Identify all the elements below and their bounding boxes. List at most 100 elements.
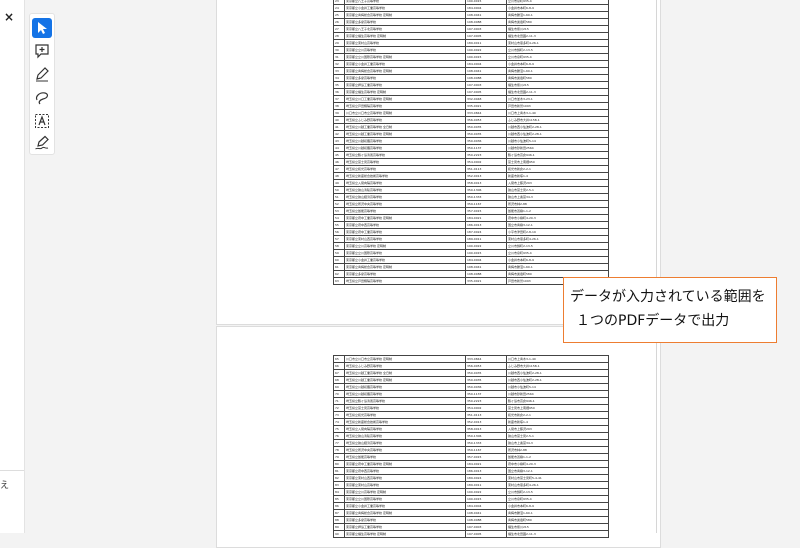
postal-code-cell: 190-0015 [465,249,507,257]
address-cell: 和光市新倉2-2-1 [506,411,609,419]
table-row: 57 東京都立東村山西高等学校 189-0011 東村山市恩多町4-26-1 [333,235,609,243]
text-box-icon [35,114,49,128]
postal-code-cell: 198-0041 [465,509,507,517]
school-name-cell: 東京都立東村山西高等学校 [344,474,466,482]
row-number-cell: 30 [333,46,345,54]
table-row: 50 埼玉県立狭山清陵高等学校 350-1306 狭山市富士見2-5-1 [333,186,609,194]
table-row: 74 埼玉県立新座総合技術高等学校 352-0013 新座市新塚1-4 [333,418,609,426]
table-row: 28 東京都立福生高等学校 定時制 197-0005 福生市北田園2-11-3 [333,32,609,40]
school-name-cell: 東京都立多摩高等学校 [344,516,466,524]
table-row: 76 埼玉県立狭山清陵高等学校 350-1306 狭山市富士見2-5-1 [333,432,609,440]
select-tool-button[interactable] [32,18,52,38]
address-cell: 和光市新倉2-2-1 [506,165,609,173]
school-name-cell: 埼玉県立狭山清陵高等学校 [344,432,466,440]
school-name-cell: 埼玉県立和光高等学校 [344,411,466,419]
postal-code-cell: 198-0088 [465,18,507,26]
address-cell: 入間市上藤沢293 [506,179,609,187]
close-icon[interactable]: × [3,10,15,24]
row-number-cell: 33 [333,67,345,75]
school-name-cell: 埼玉県立鶴ヶ島清風高等学校 [344,397,466,405]
comment-tool-button[interactable] [32,41,52,61]
row-number-cell: 52 [333,200,345,208]
school-name-cell: 東京都立多摩高等学校 [344,74,466,82]
row-number-cell: 51 [333,193,345,201]
postal-code-cell: 358-0013 [465,425,507,433]
postal-code-cell: 350-2223 [465,397,507,405]
school-name-cell: 東京都立八王子北高等学校 [344,25,466,33]
row-number-cell: 70 [333,390,345,398]
school-name-cell: 東京都立小金井工業高等学校 [344,60,466,68]
school-name-cell: 東京都立小金井工業高等学校 [344,4,466,12]
address-cell: 所沢市林2-88 [506,446,609,454]
school-name-cell: 埼玉県立狭山経済高等学校 [344,439,466,447]
table-row: 80 東京都立府中工業高等学校 定時制 184-0021 府中市小柳町4-20-3 [333,460,609,468]
freehand-draw-tool-button[interactable] [32,88,52,108]
row-number-cell: 83 [333,481,345,489]
address-cell: 府中市小柳町4-20-3 [506,460,609,468]
row-number-cell: 24 [333,4,345,12]
table-row: 32 東京都立小金井工業高等学校 184-0004 小金井市本町6-8-9 [333,60,609,68]
table-row: 60 東京都立小金井工業高等学校 184-0004 小金井市本町6-8-9 [333,256,609,264]
panel-divider [0,470,24,471]
highlight-pen-tool-button[interactable] [32,64,52,84]
table-row: 70 埼玉県立川越初雁高等学校 350-1137 川越市砂新田2564 [333,390,609,398]
table-row: 39 川口市立川口市立高等学校 定時制 333-0844 川口市上青木3-1-40 [333,109,609,117]
school-name-cell: 埼玉県立所沢中央高等学校 [344,200,466,208]
school-name-cell: 埼玉県立富士見高等学校 [344,158,466,166]
address-cell: 狭山市上奥富34-3 [506,193,609,201]
table-row: 56 東京都立府中工業高等学校 187-0024 小平市津田町2-8-19 [333,228,609,236]
school-name-cell: 東京都立小金井工業高等学校 [344,256,466,264]
table-row: 88 東京都立多摩高等学校 198-0088 青梅市裏宿町580 [333,516,609,524]
address-cell: 青梅市勝沼1-60-1 [506,263,609,271]
table-row: 85 東京都立立川国際高等学校 190-0015 立川市泉町935-4 [333,495,609,503]
side-panel: × え [0,0,25,533]
address-cell: 川越市西小仙波町2-28-1 [506,123,609,131]
school-name-cell: 東京都立福生高等学校 定時制 [344,88,466,96]
postal-code-cell: 190-0022 [465,488,507,496]
school-name-cell: 埼玉県立川越初雁高等学校 [344,390,466,398]
row-number-cell: 54 [333,214,345,222]
postal-code-cell: 359-1167 [465,446,507,454]
row-number-cell: 63 [333,277,345,285]
row-number-cell: 59 [333,249,345,257]
row-number-cell: 42 [333,130,345,138]
postal-code-cell: 198-0041 [465,67,507,75]
row-number-cell: 58 [333,242,345,250]
postal-code-cell: 189-0011 [465,39,507,47]
school-name-cell: 川口市立川口市立高等学校 定時制 [344,355,466,363]
school-name-cell: 埼玉県立狭山清陵高等学校 [344,186,466,194]
address-cell: 小平市津田町2-8-19 [506,228,609,236]
row-number-cell: 53 [333,207,345,215]
address-cell: 立川市錦町2-13-5 [506,242,609,250]
table-row: 82 東京都立東村山西高等学校 189-0024 東村山市富士見町5-4-41 [333,474,609,482]
postal-code-cell: 358-0013 [465,179,507,187]
postal-code-cell: 335-0021 [465,102,507,110]
sign-tool-button[interactable] [32,133,52,153]
text-box-tool-button[interactable] [32,111,52,131]
school-name-cell: 埼玉県立川越初雁高等学校 [344,144,466,152]
table-row: 49 埼玉県立入間向陽高等学校 358-0013 入間市上藤沢293 [333,179,609,187]
postal-code-cell: 190-0022 [465,46,507,54]
postal-code-cell: 350-0035 [465,130,507,138]
postal-code-cell: 184-0004 [465,4,507,12]
table-row: 46 埼玉県立富士見高等学校 354-0002 富士見市上南畑950 [333,158,609,166]
table-row: 68 埼玉県立川越工業高等学校 定時制 350-0035 川越市西小仙波町2-28-1 [333,376,609,384]
school-name-cell: 東京都立東村山高等学校 [344,39,466,47]
row-number-cell: 73 [333,411,345,419]
table-row: 34 東京都立多摩高等学校 198-0088 青梅市裏宿町580 [333,74,609,82]
postal-code-cell: 350-0035 [465,376,507,384]
row-number-cell: 36 [333,88,345,96]
postal-code-cell: 352-0013 [465,418,507,426]
table-row: 33 東京都立青梅総合高等学校 定時制 198-0041 青梅市勝沼1-60-1 [333,67,609,75]
postal-code-cell: 333-0844 [465,355,507,363]
school-name-cell: 埼玉県立川越初雁高等学校 [344,137,466,145]
address-cell: 青梅市裏宿町580 [506,74,609,82]
address-cell: 福生市熊川215 [506,81,609,89]
address-cell: 川越市砂新田2564 [506,144,609,152]
table-row: 77 埼玉県立狭山経済高等学校 350-1333 狭山市上奥富34-3 [333,439,609,447]
school-name-cell: 埼玉県立富士見高等学校 [344,404,466,412]
table-row: 35 東京都立拝島工業高等学校 197-0003 福生市熊川215 [333,81,609,89]
address-cell: 青梅市裏宿町580 [506,18,609,26]
school-name-cell: 埼玉県立入間向陽高等学校 [344,425,466,433]
row-number-cell: 74 [333,418,345,426]
